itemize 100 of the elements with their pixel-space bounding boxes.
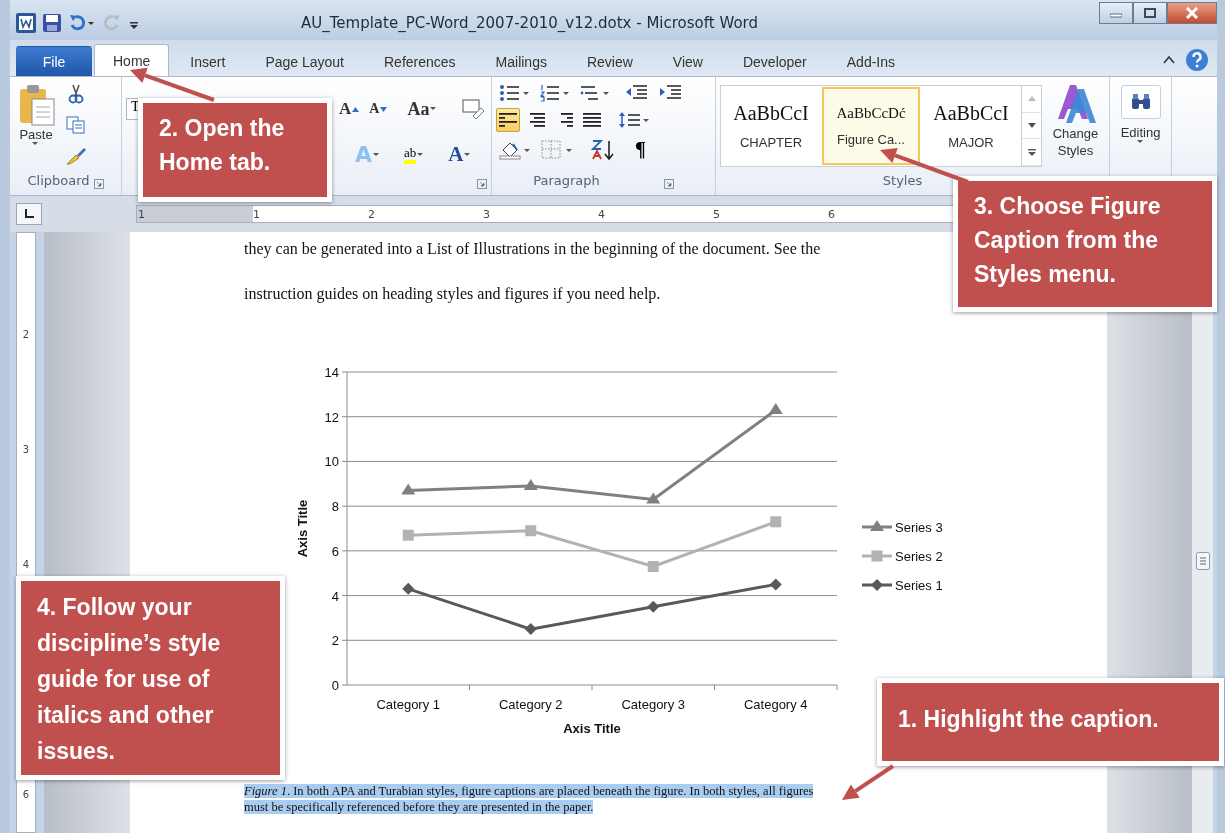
file-tab[interactable]: File	[16, 46, 92, 76]
shrink-font-button[interactable]: A	[366, 98, 391, 120]
axis-tick-label: 8	[331, 499, 339, 515]
ribbon-tab[interactable]: Page Layout	[246, 46, 363, 76]
data-point	[647, 561, 659, 572]
caret-icon	[430, 107, 438, 111]
scroll-thumb-icon[interactable]	[1195, 552, 1210, 570]
data-point	[523, 479, 538, 490]
more-icon[interactable]	[1027, 148, 1036, 157]
category-label: Category 3	[621, 697, 686, 712]
legend-key	[862, 550, 892, 562]
axis-tick-label: 12	[324, 409, 339, 425]
category-label: Category 2	[498, 697, 563, 712]
group-label: Styles	[882, 173, 923, 190]
up-triangle-icon	[352, 106, 360, 112]
ruler-number: 6	[827, 207, 835, 221]
data-point	[770, 516, 782, 528]
align-left-button[interactable]	[496, 108, 520, 132]
down-triangle-icon	[380, 106, 388, 112]
style-item[interactable]: AaBbCcDć Figure Ca...	[822, 87, 920, 165]
data-point	[769, 578, 782, 591]
dialog-launcher-icon[interactable]	[93, 179, 104, 189]
body-text: they can be generated into a List of Illustrations in the beginning of the document. See the	[244, 239, 821, 260]
ruler-number: 4	[597, 207, 605, 221]
format-painter-icon	[65, 146, 87, 166]
app-icon[interactable]	[16, 13, 36, 33]
clear-formatting-icon	[461, 98, 486, 120]
cut-icon	[67, 84, 85, 104]
ruler-number: 4	[22, 559, 30, 570]
legend-key	[862, 520, 892, 531]
change-case-button[interactable]: Aa	[404, 95, 441, 123]
font-color-button[interactable]: A	[445, 139, 475, 170]
undo-icon[interactable]	[68, 13, 96, 33]
caret-icon	[417, 152, 425, 157]
window-title: AU_Template_PC-Word_2007-2010_v12.dotx - Microsoft Word	[299, 14, 759, 32]
copy-icon	[66, 116, 86, 134]
ribbon-tab[interactable]: References	[365, 46, 475, 76]
ruler-number: 1	[252, 207, 260, 221]
maximize-icon	[1144, 8, 1156, 18]
ribbon-tab[interactable]: View	[653, 46, 722, 76]
ruler-number: 2	[367, 207, 375, 221]
ruler-number: 2	[22, 329, 30, 340]
data-point	[768, 403, 783, 414]
axis-title: Axis Title	[295, 499, 310, 558]
tab-stop-icon	[24, 209, 34, 219]
align-center-icon	[527, 111, 545, 129]
bullets-icon	[499, 84, 529, 102]
callout-tooltip: 3. Choose Figure Caption from the Styles menu.	[953, 176, 1217, 312]
align-left-icon	[499, 111, 517, 129]
axis-tick-label: 6	[331, 543, 339, 559]
group-label: Clipboard	[27, 173, 90, 190]
caption-text: Figure 1. In both APA and Turabian styles, figure captions are placed beneath the figure. In both styles, all figures	[244, 784, 814, 798]
minimize-button[interactable]	[1099, 2, 1133, 24]
help-icon[interactable]	[1185, 48, 1209, 72]
group-label: Paragraph	[533, 173, 600, 190]
scroll-down-icon[interactable]	[1027, 123, 1036, 128]
legend-label: Series 1	[895, 578, 943, 593]
close-icon	[1186, 7, 1198, 19]
paste-button[interactable]: Paste	[14, 81, 58, 173]
ruler-number: 5	[712, 207, 720, 221]
ruler-number: 1	[137, 207, 145, 221]
axis-tick-label: 4	[331, 588, 339, 604]
line-spacing-icon	[619, 111, 649, 129]
editing-button[interactable]: Editing	[1114, 83, 1167, 147]
show-formatting-button[interactable]: ¶	[632, 135, 649, 164]
decrease-indent-icon	[625, 84, 649, 102]
styles-letters-icon	[1055, 83, 1096, 125]
axis-tick-label: 0	[331, 678, 339, 693]
ruler-number: 3	[22, 444, 30, 455]
ribbon-tab[interactable]: Mailings	[476, 46, 566, 76]
axis-tick-label: 10	[324, 454, 339, 470]
ribbon-tab[interactable]: Home	[94, 44, 170, 76]
style-item[interactable]: AaBbCcI CHAPTER	[722, 87, 820, 165]
highlight-button[interactable]: ab	[401, 142, 428, 167]
close-button[interactable]	[1167, 2, 1217, 24]
data-point	[401, 483, 416, 495]
change-styles-button[interactable]: Change Styles	[1046, 81, 1105, 173]
grow-font-button[interactable]: A	[336, 96, 363, 122]
ribbon-tab[interactable]: Insert	[171, 46, 245, 76]
tab-selector-button[interactable]	[16, 203, 42, 225]
align-justify-icon	[583, 111, 601, 129]
caret-icon	[32, 142, 40, 148]
dialog-launcher-icon[interactable]	[477, 179, 487, 189]
caption-text: must be specifically referenced before they are presented in the paper.	[244, 800, 594, 814]
legend-label: Series 3	[895, 520, 943, 535]
ribbon-tab[interactable]: Developer	[723, 46, 826, 76]
ribbon-tab[interactable]: Add-Ins	[827, 46, 915, 76]
data-point	[402, 529, 414, 541]
style-item[interactable]: AaBbCcI MAJOR	[922, 87, 1020, 165]
data-point	[647, 600, 660, 613]
axis-title: Axis Title	[563, 721, 621, 736]
maximize-button[interactable]	[1133, 2, 1167, 24]
collapse-ribbon-icon[interactable]	[1163, 55, 1175, 65]
save-icon[interactable]	[42, 13, 62, 33]
legend-label: Series 2	[895, 549, 943, 564]
ruler-number: 3	[482, 207, 490, 221]
increase-indent-icon	[659, 84, 683, 102]
ribbon-tab[interactable]: Review	[567, 46, 652, 76]
dialog-launcher-icon[interactable]	[663, 179, 674, 189]
caret-icon	[373, 152, 381, 157]
